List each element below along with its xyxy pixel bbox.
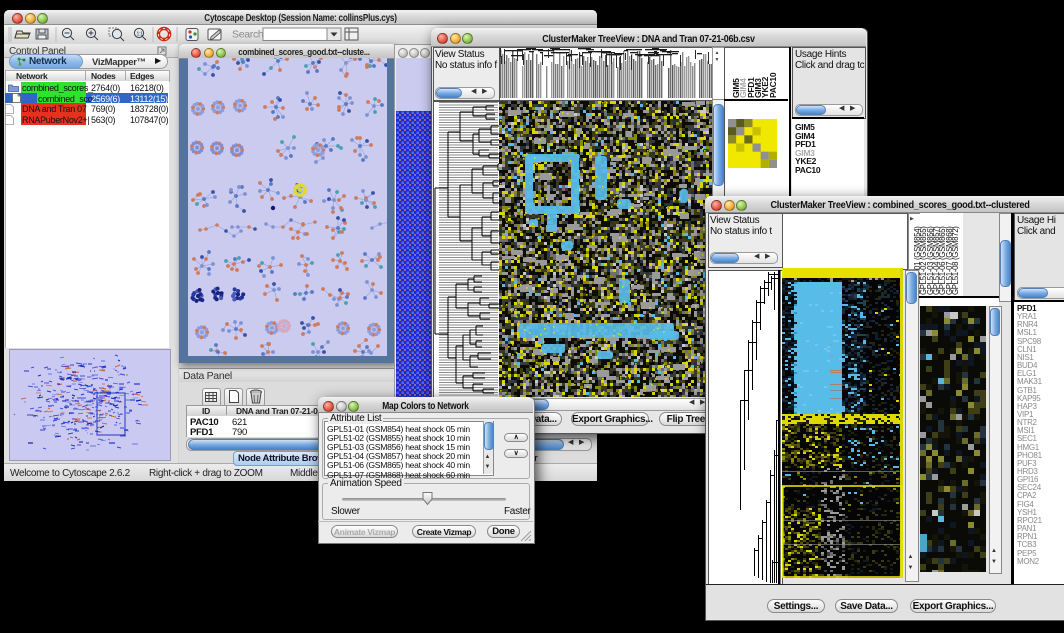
svg-text:1:1: 1:1 — [137, 32, 144, 38]
svg-text:Search:: Search: — [232, 29, 266, 41]
